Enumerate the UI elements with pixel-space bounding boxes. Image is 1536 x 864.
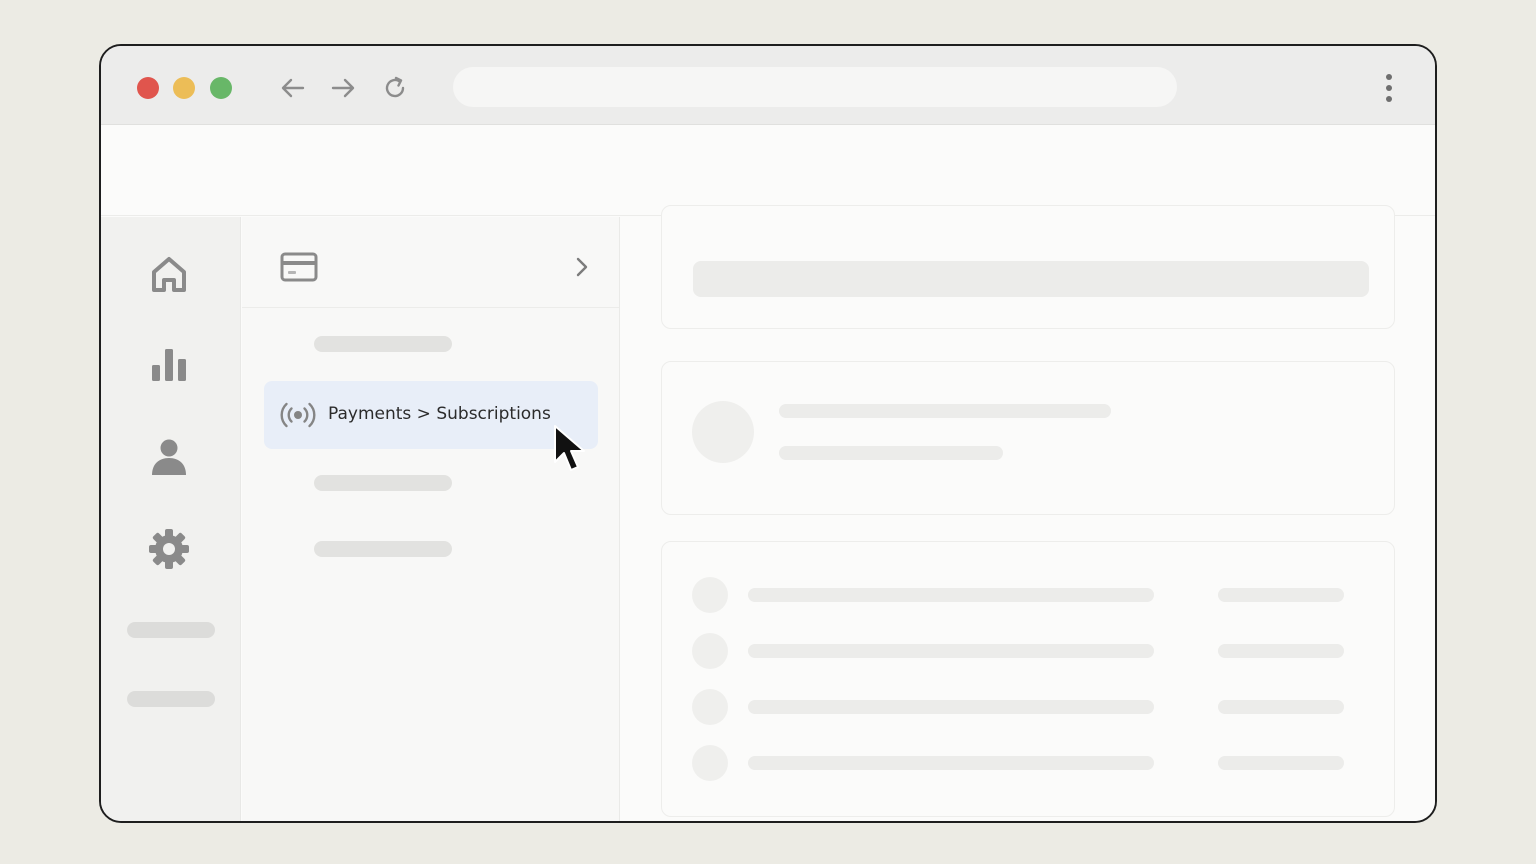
browser-menu-button[interactable] [1377,70,1401,106]
sidebar-item-settings[interactable] [147,527,191,571]
main-content [621,205,1435,821]
sidebar-placeholder [127,691,215,707]
maximize-window-button[interactable] [210,77,232,99]
back-arrow-icon [281,78,305,98]
row-avatar-placeholder [692,689,728,725]
panel-item-placeholder[interactable] [314,475,452,491]
row-value-placeholder [1218,700,1344,714]
more-vertical-icon [1386,74,1392,102]
forward-button[interactable] [327,72,359,104]
reload-button[interactable] [379,72,411,104]
minimize-window-button[interactable] [173,77,195,99]
credit-card-icon [280,252,318,282]
navigation-panel: Payments > Subscriptions [242,217,620,821]
broadcast-icon [280,401,316,429]
panel-item-placeholder[interactable] [314,336,452,352]
chevron-right-icon [576,257,588,277]
sidebar-item-profile[interactable] [147,435,191,479]
list-card [661,541,1395,817]
sidebar-item-analytics[interactable] [147,343,191,387]
row-avatar-placeholder [692,633,728,669]
avatar-placeholder [692,401,754,463]
settings-gear-icon [149,529,189,569]
text-placeholder [779,446,1003,460]
panel-header [242,217,619,308]
panel-header-icon [280,251,318,283]
row-value-placeholder [1218,644,1344,658]
bar-chart-icon [152,349,186,381]
row-value-placeholder [1218,588,1344,602]
text-placeholder [779,404,1111,418]
profile-card [661,361,1395,515]
forward-arrow-icon [331,78,355,98]
search-card [661,205,1395,329]
row-value-placeholder [1218,756,1344,770]
row-avatar-placeholder [692,577,728,613]
back-button[interactable] [277,72,309,104]
panel-item-placeholder[interactable] [314,541,452,557]
home-icon [152,257,186,292]
sidebar-rail [101,217,241,821]
row-text-placeholder [748,700,1154,714]
reload-icon [385,76,405,98]
row-text-placeholder [748,756,1154,770]
app-header [101,126,1435,216]
row-text-placeholder [748,644,1154,658]
browser-titlebar [101,46,1435,125]
row-avatar-placeholder [692,745,728,781]
address-bar[interactable] [453,67,1177,107]
browser-window: Payments > Subscriptions [99,44,1437,823]
panel-item-payments-subscriptions[interactable]: Payments > Subscriptions [264,381,598,449]
close-window-button[interactable] [137,77,159,99]
mouse-cursor-icon [554,425,585,471]
sidebar-item-home[interactable] [147,252,191,296]
search-placeholder[interactable] [693,261,1369,297]
row-text-placeholder [748,588,1154,602]
sidebar-placeholder [127,622,215,638]
user-icon [152,439,186,475]
panel-item-label: Payments > Subscriptions [328,404,551,424]
panel-expand-button[interactable] [570,253,594,281]
